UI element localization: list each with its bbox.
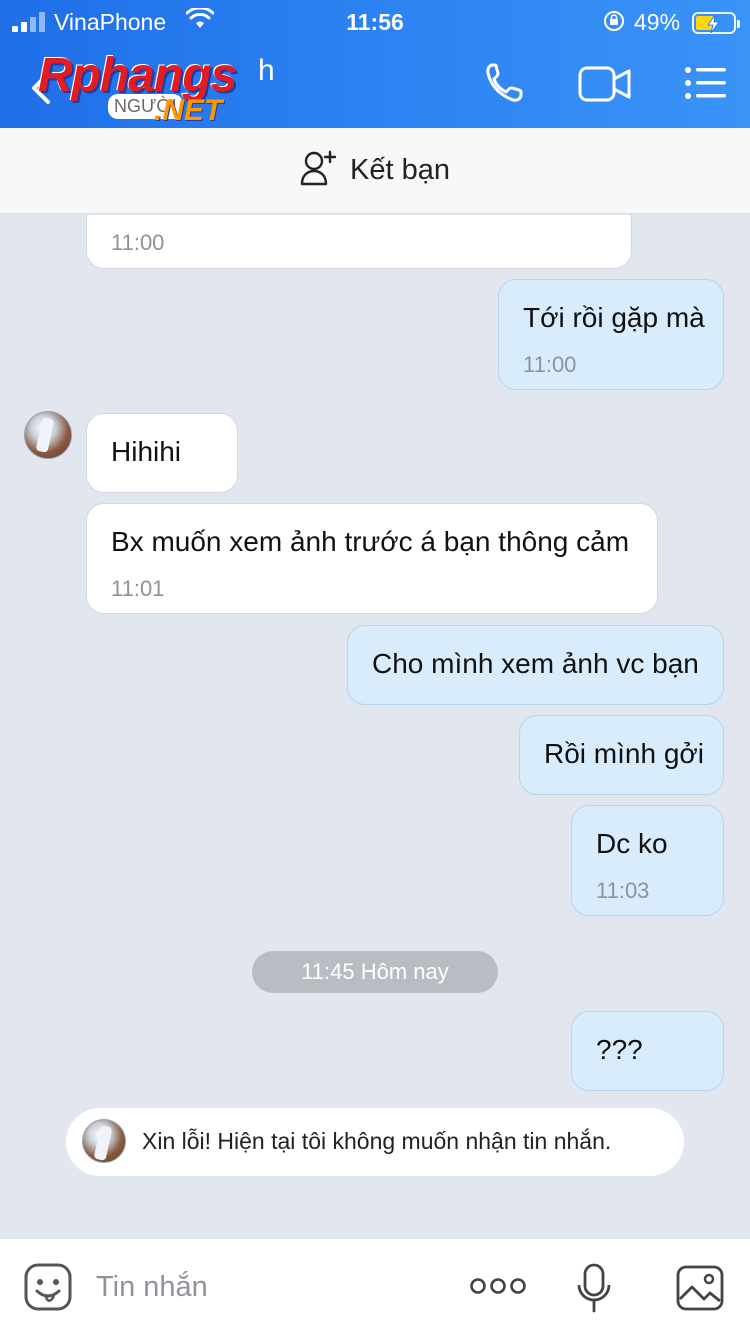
logo-tail: .NET — [154, 94, 223, 127]
message-bubble-outgoing[interactable]: ??? — [571, 1011, 724, 1091]
contact-avatar[interactable] — [24, 411, 72, 459]
message-text: Tới rồi gặp mà — [523, 302, 705, 333]
message-time: 11:03 — [596, 878, 650, 903]
date-separator: 11:45 Hôm nay — [252, 951, 498, 993]
message-bubble-incoming[interactable]: Bx muốn xem ảnh trước á bạn thông cảm 11… — [86, 503, 658, 614]
more-icon[interactable] — [470, 1275, 526, 1302]
image-icon[interactable] — [676, 1265, 724, 1316]
message-text: Rồi mình gởi — [544, 738, 704, 769]
system-notice: Xin lỗi! Hiện tại tôi không muốn nhận ti… — [66, 1108, 684, 1176]
notice-text: Xin lỗi! Hiện tại tôi không muốn nhận ti… — [142, 1128, 612, 1154]
message-input-bar: Tin nhắn — [0, 1238, 750, 1334]
video-call-icon[interactable] — [578, 66, 632, 102]
message-input[interactable]: Tin nhắn — [96, 1271, 208, 1304]
add-friend-button[interactable]: Kết bạn — [0, 128, 750, 214]
message-text: ??? — [596, 1034, 643, 1065]
microphone-icon[interactable] — [576, 1263, 612, 1320]
message-bubble-incoming[interactable]: 11:00 — [86, 215, 632, 269]
contact-avatar — [82, 1119, 126, 1163]
battery-icon — [692, 12, 740, 34]
watermark-logo: Rphangs NGƯỜI .NET h — [36, 48, 286, 128]
battery-percent: 49% — [634, 9, 681, 35]
message-time: 11:00 — [111, 230, 165, 255]
message-list[interactable]: 11:00 Tới rồi gặp mà 11:00 Hihihi Bx muố… — [0, 215, 750, 1238]
message-time: 11:00 — [523, 352, 577, 377]
status-bar: VinaPhone 11:56 49% — [0, 6, 750, 36]
add-friend-label: Kết bạn — [350, 154, 450, 186]
message-text: Bx muốn xem ảnh trước á bạn thông cảm — [111, 526, 630, 557]
orientation-lock-icon — [602, 9, 626, 39]
message-text: Cho mình xem ảnh vc bạn — [372, 648, 699, 679]
chat-header: VinaPhone 11:56 49% Rphangs NGƯỜI .NET h — [0, 0, 750, 128]
contact-name[interactable]: h — [258, 54, 275, 88]
message-text: Hihihi — [111, 436, 182, 467]
menu-icon[interactable] — [684, 66, 728, 100]
add-user-icon — [300, 150, 338, 191]
message-bubble-outgoing[interactable]: Cho mình xem ảnh vc bạn — [347, 625, 724, 705]
message-bubble-outgoing[interactable]: Dc ko 11:03 — [571, 805, 724, 916]
message-bubble-outgoing[interactable]: Tới rồi gặp mà 11:00 — [498, 279, 724, 390]
message-bubble-incoming[interactable]: Hihihi — [86, 413, 238, 493]
emoji-icon[interactable] — [24, 1263, 72, 1316]
message-text: Dc ko — [596, 828, 668, 859]
message-time: 11:01 — [111, 576, 165, 601]
message-bubble-outgoing[interactable]: Rồi mình gởi — [519, 715, 724, 795]
phone-icon[interactable] — [484, 62, 524, 104]
